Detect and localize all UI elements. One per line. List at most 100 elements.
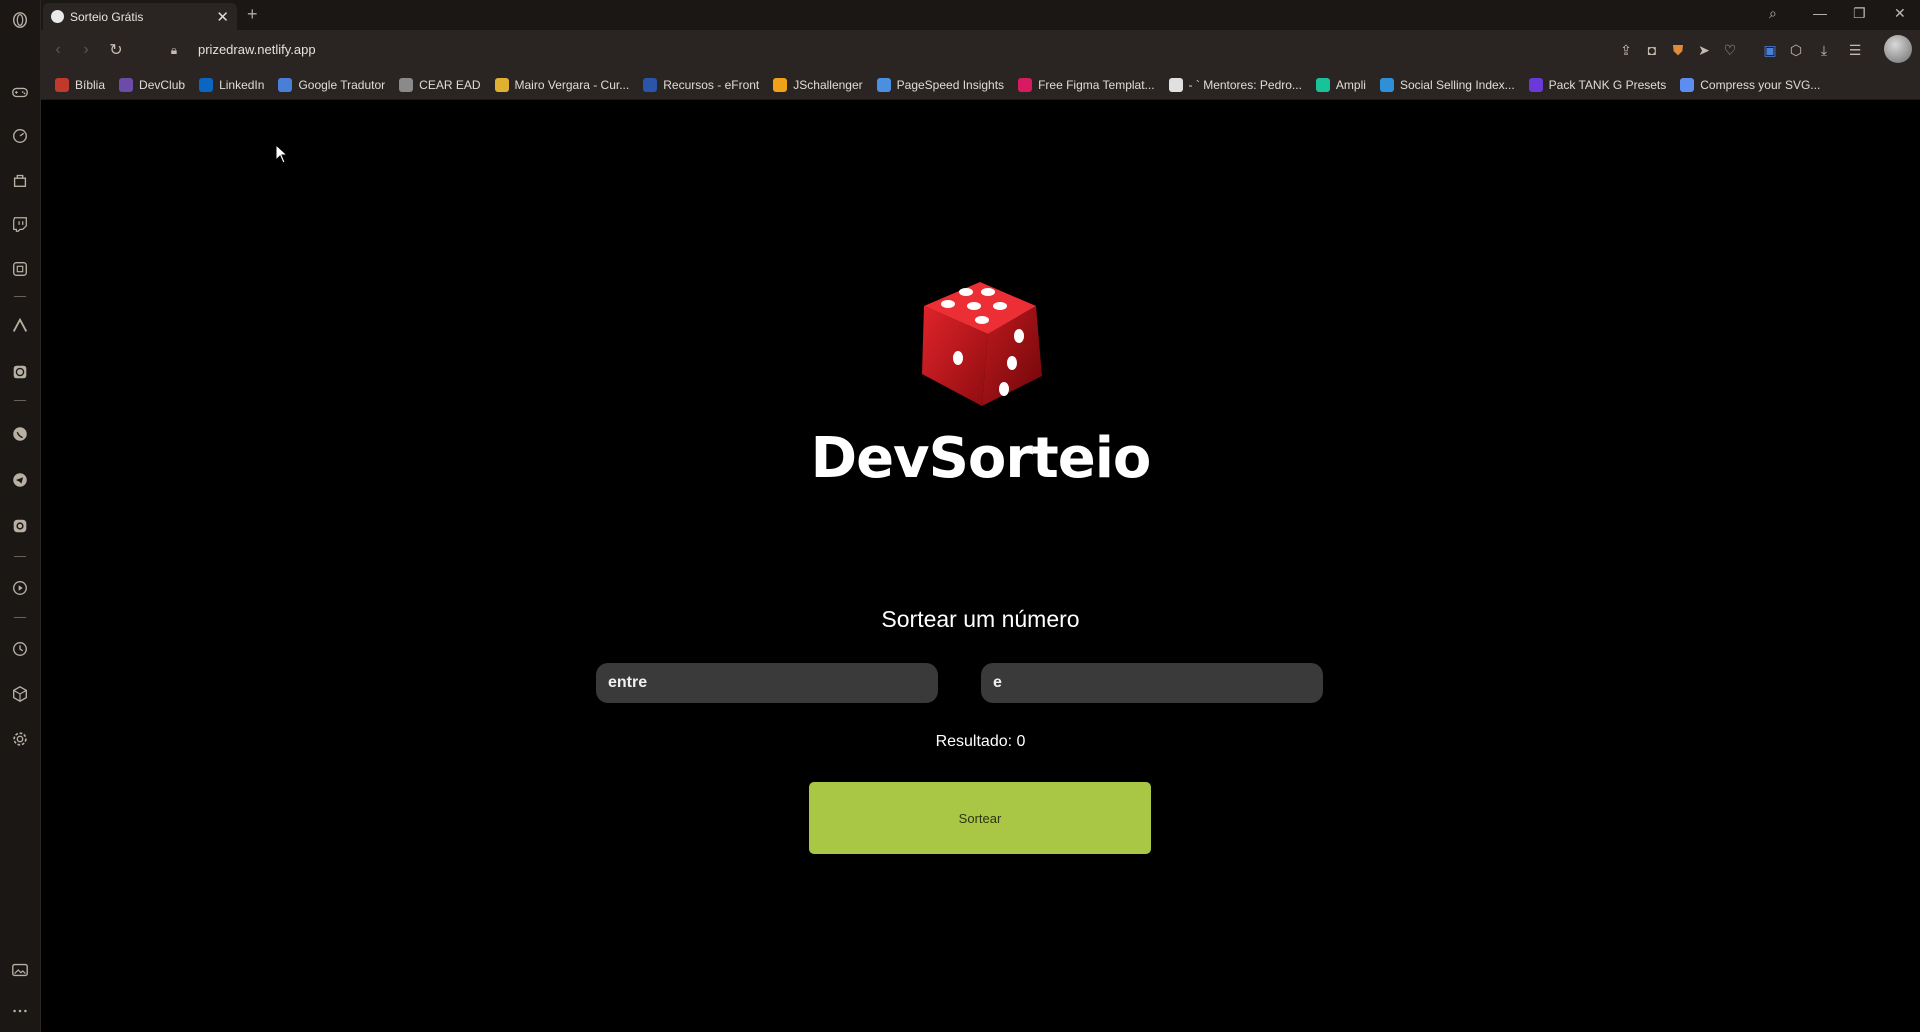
bookmark-favicon-icon [1168,77,1183,92]
bookmark-label: DevClub [139,77,186,92]
download-icon[interactable]: ⤓ [1815,41,1833,59]
translate-icon[interactable]: ▣ [1761,41,1779,59]
bookmark-item[interactable]: - ` Mentores: Pedro... [1168,77,1302,92]
min-number-input[interactable] [596,663,938,703]
bookmark-favicon-icon [199,77,214,92]
sidebar-separator [14,556,26,557]
bookmark-favicon-icon [773,77,788,92]
bookmark-label: Recursos - eFront [663,77,760,92]
new-tab-icon[interactable]: + [247,4,258,25]
bookmark-label: Compress your SVG... [1700,77,1821,92]
bookmark-label: Social Selling Index... [1399,77,1515,92]
sidebar-separator [14,617,26,618]
snapshot-camera-icon[interactable]: ◘ [1643,41,1661,59]
bookmark-item[interactable]: JSchallenger [773,77,863,92]
shop-icon[interactable] [10,170,30,190]
url-field[interactable]: prizedraw.netlify.app [198,42,316,57]
result-text: Resultado: 0 [935,733,1026,750]
bookmark-favicon-icon [494,77,509,92]
bookmark-item[interactable]: Free Figma Templat... [1018,77,1155,92]
bookmark-item[interactable]: Compress your SVG... [1680,77,1821,92]
search-tabs-icon[interactable]: ⌕ [1769,5,1777,22]
player-icon[interactable] [10,578,30,598]
bookmark-label: PageSpeed Insights [896,77,1005,92]
bookmark-favicon-icon [876,77,891,92]
bookmark-favicon-icon [643,77,658,92]
address-bar: ‹ › ↻ 🔒︎ prizedraw.netlify.app ⇪ ◘ ⛊ ➤ ♡… [41,30,1920,70]
max-number-input[interactable] [981,663,1323,703]
bookmark-favicon-icon [1680,77,1695,92]
draw-button[interactable]: Sortear [809,782,1151,854]
bookmark-item[interactable]: Pack TANK G Presets [1528,77,1667,92]
reload-icon[interactable]: ↻ [107,41,125,59]
easy-setup-menu-icon[interactable]: ☰ [1846,41,1864,59]
bookmark-favicon-icon [1528,77,1543,92]
telegram-icon[interactable] [10,470,30,490]
bookmark-label: JSchallenger [793,77,863,92]
extensions-icon[interactable] [10,684,30,704]
profile-avatar[interactable] [1884,35,1912,63]
bookmark-item[interactable]: CEAR EAD [399,77,481,92]
tab-close-icon[interactable]: ✕ [216,8,229,26]
bookmark-favicon-icon [399,77,414,92]
whatsapp-icon[interactable] [10,424,30,444]
sidebar-separator [14,296,26,297]
page-content: DevSorteio Sortear um número Resultado: … [41,101,1920,1032]
bookmark-label: CEAR EAD [419,77,481,92]
bookmark-favicon-icon [119,77,134,92]
bookmark-item[interactable]: Social Selling Index... [1379,77,1515,92]
instagram-icon[interactable] [10,516,30,536]
restore-icon[interactable]: ❐ [1853,5,1866,22]
opera-logo-icon[interactable] [10,10,30,30]
mouse-cursor-icon [275,144,289,164]
browser-sidebar [0,0,41,1032]
bookmark-item[interactable]: DevClub [119,77,186,92]
draw-heading: Sortear um número [881,606,1080,632]
share-icon[interactable]: ⇪ [1617,41,1635,59]
extensions-cube-icon[interactable]: ⬡ [1787,41,1805,59]
bookmark-item[interactable]: Mairo Vergara - Cur... [494,77,630,92]
wallpaper-icon[interactable] [10,960,30,980]
bookmark-label: Free Figma Templat... [1038,77,1155,92]
bookmark-item[interactable]: LinkedIn [199,77,265,92]
bookmark-label: Google Tradutor [298,77,386,92]
bookmark-favicon-icon [55,77,69,92]
forward-icon[interactable]: › [77,41,95,59]
bookmark-item[interactable]: Recursos - eFront [643,77,760,92]
adblock-shield-icon[interactable]: ⛊ [1669,41,1687,59]
bookmark-label: Mairo Vergara - Cur... [514,77,630,92]
bookmark-favicon-icon [1379,77,1394,92]
gamepad-icon[interactable] [10,82,30,102]
speedometer-icon[interactable] [10,126,30,146]
tab-title: Sorteio Grátis [70,9,144,24]
tab-active[interactable]: Sorteio Grátis ✕ [43,3,237,30]
bookmark-favicon-icon [278,77,293,92]
bookmark-item[interactable]: Ampli [1315,77,1366,92]
history-icon[interactable] [10,639,30,659]
workspace-icon[interactable] [10,259,30,279]
bookmark-favicon-icon [1315,77,1330,92]
window-close-icon[interactable]: ✕ [1894,5,1906,22]
brand-title: DevSorteio [810,426,1152,491]
ampli-icon[interactable] [10,316,30,336]
lock-icon[interactable]: 🔒︎ [165,41,183,59]
bookmark-label: LinkedIn [219,77,265,92]
bookmark-label: - ` Mentores: Pedro... [1188,77,1302,92]
heart-icon[interactable]: ♡ [1721,41,1739,59]
dice-logo-icon [922,282,1042,406]
bookmark-label: Ampli [1335,77,1366,92]
tab-favicon-icon [51,10,64,23]
bookmark-item[interactable]: Google Tradutor [278,77,386,92]
bookmark-favicon-icon [1018,77,1033,92]
more-options-icon[interactable] [10,1001,30,1021]
twitch-icon[interactable] [10,214,30,234]
send-icon[interactable]: ➤ [1695,41,1713,59]
bookmark-item[interactable]: Bíblia [55,77,105,92]
bookmark-label: Pack TANK G Presets [1548,77,1667,92]
minimize-icon[interactable]: — [1813,5,1827,21]
bookmarks-bar: Bíblia DevClub LinkedIn Google Tradutor CEAR… [41,70,1920,100]
bookmark-item[interactable]: PageSpeed Insights [876,77,1005,92]
back-icon[interactable]: ‹ [49,41,67,59]
chatgpt-icon[interactable] [10,362,30,382]
settings-gear-icon[interactable] [10,729,30,749]
